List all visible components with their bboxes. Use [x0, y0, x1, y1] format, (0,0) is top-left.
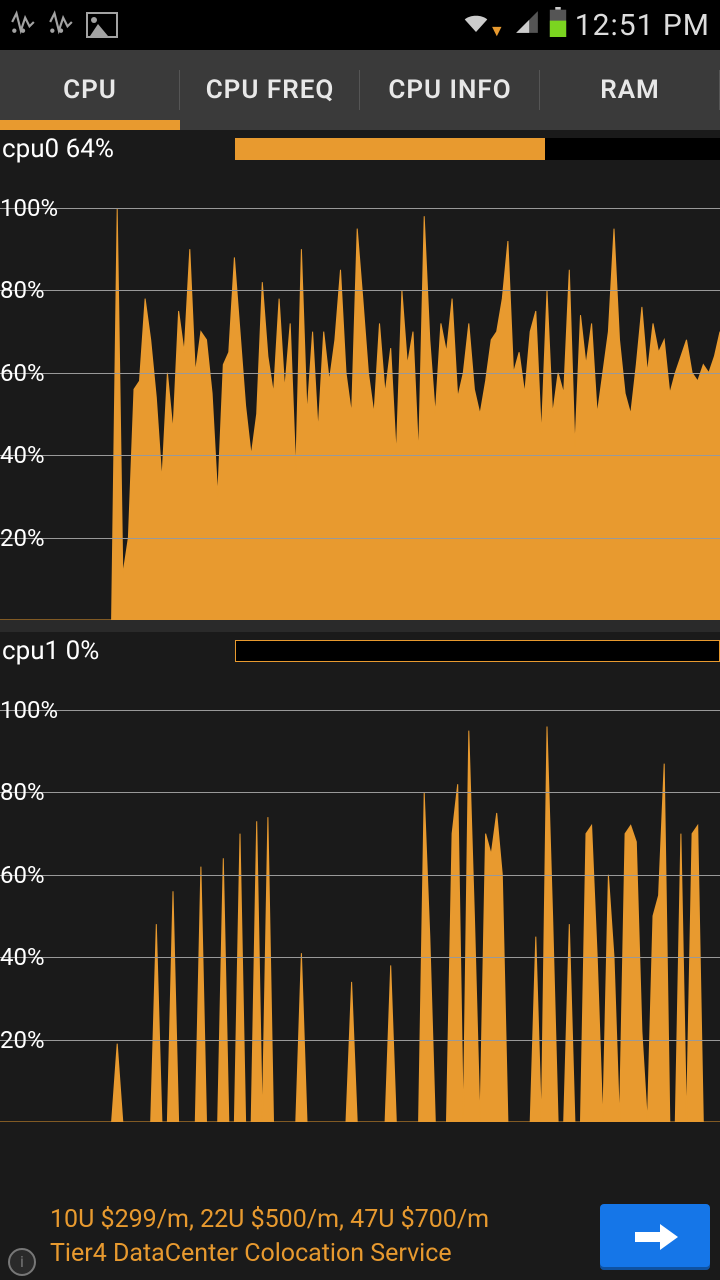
- ad-text: 10U $299/m, 22U $500/m, 47U $700/m Tier4…: [50, 1203, 489, 1271]
- tab-label: CPU: [63, 75, 117, 105]
- cpu0-label: cpu0 64%: [2, 134, 114, 164]
- cpu0-bar-fill: [235, 138, 545, 160]
- ytick-label: 80%: [0, 276, 45, 304]
- cpu1-header: cpu1 0%: [0, 632, 720, 670]
- ytick-label: 40%: [0, 943, 45, 971]
- ad-info-icon[interactable]: i: [8, 1248, 36, 1276]
- download-icon: ▼: [489, 21, 505, 41]
- cpu0-bar: [235, 138, 720, 160]
- android-status-bar: ▼ 12:51 PM: [0, 0, 720, 50]
- active-tab-underline: [0, 120, 180, 130]
- signal-icon: [513, 9, 541, 42]
- ytick-label: 40%: [0, 441, 45, 469]
- cpu1-chart: 20% 40% 60% 80% 100%: [0, 670, 720, 1122]
- arrow-right-icon: [630, 1220, 680, 1254]
- ad-arrow-button[interactable]: [600, 1204, 710, 1270]
- cpu0-chart: 20% 40% 60% 80% 100%: [0, 168, 720, 620]
- cpu0-header: cpu0 64%: [0, 130, 720, 168]
- ytick-label: 80%: [0, 778, 45, 806]
- tab-bar: CPU CPU FREQ CPU INFO RAM: [0, 50, 720, 130]
- tab-label: CPU FREQ: [206, 75, 335, 105]
- cpu1-block: cpu1 0% 20% 40% 60% 80% 100%: [0, 632, 720, 1122]
- ad-line2: Tier4 DataCenter Colocation Service: [50, 1237, 489, 1271]
- divider: [0, 620, 720, 632]
- ytick-label: 60%: [0, 861, 45, 889]
- ytick-label: 60%: [0, 359, 45, 387]
- ad-banner[interactable]: i 10U $299/m, 22U $500/m, 47U $700/m Tie…: [0, 1194, 720, 1280]
- image-icon: [86, 12, 118, 38]
- cpu1-label: cpu1 0%: [2, 636, 99, 666]
- ytick-label: 100%: [0, 194, 58, 222]
- cpu1-bar: [235, 640, 720, 662]
- tab-cpu-freq[interactable]: CPU FREQ: [180, 50, 360, 130]
- cpu0-block: cpu0 64% 20% 40% 60% 80% 100%: [0, 130, 720, 620]
- ytick-label: 100%: [0, 696, 58, 724]
- ad-line1: 10U $299/m, 22U $500/m, 47U $700/m: [50, 1203, 489, 1237]
- tab-cpu-info[interactable]: CPU INFO: [360, 50, 540, 130]
- wifi-icon: [461, 9, 491, 42]
- tab-label: RAM: [600, 75, 660, 105]
- tab-label: CPU INFO: [388, 75, 511, 105]
- clock: 12:51 PM: [575, 8, 710, 43]
- tab-ram[interactable]: RAM: [540, 50, 720, 130]
- tab-cpu[interactable]: CPU: [0, 50, 180, 130]
- battery-icon: [549, 7, 567, 44]
- ytick-label: 20%: [0, 1026, 45, 1054]
- ytick-label: 20%: [0, 524, 45, 552]
- activity-icon: [48, 9, 74, 42]
- activity-icon: [10, 9, 36, 42]
